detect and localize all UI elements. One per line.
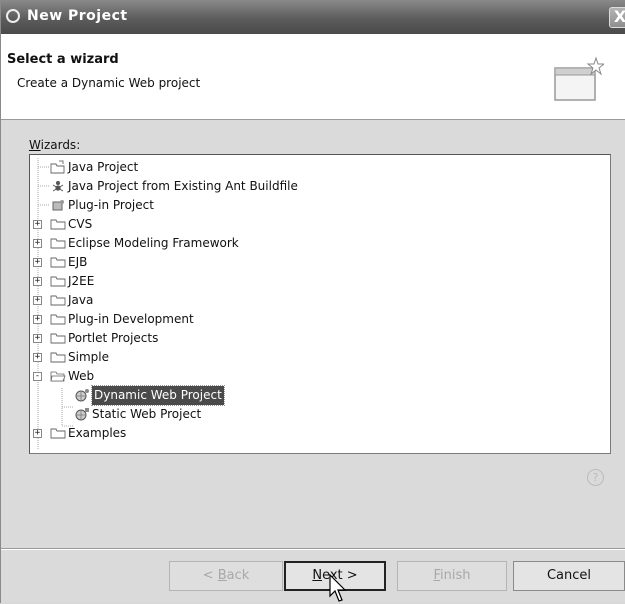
- tree-item-java-project[interactable]: Java Project: [30, 158, 605, 177]
- window-title: New Project: [27, 8, 128, 24]
- java-project-icon: [50, 160, 66, 174]
- mouse-cursor-icon: [329, 574, 347, 602]
- tree-item-plug-in-project[interactable]: Plug-in Project: [30, 196, 605, 215]
- tree-item-label: CVS: [68, 217, 93, 231]
- eclipse-icon: [6, 9, 20, 23]
- tree-item-eclipse-modeling-framework[interactable]: + Eclipse Modeling Framework: [30, 234, 605, 253]
- expand-icon[interactable]: +: [33, 239, 42, 248]
- tree-item-dynamic-web-project[interactable]: Dynamic Web Project: [30, 385, 605, 406]
- tree-item-java-project-from-existing-ant-buildfile[interactable]: Java Project from Existing Ant Buildfile: [30, 177, 605, 196]
- tree-item-label: Portlet Projects: [68, 331, 159, 345]
- collapse-icon[interactable]: -: [33, 372, 42, 381]
- folder-icon: [50, 274, 66, 288]
- tree-item-label: Java: [68, 293, 94, 307]
- title-bar[interactable]: New Project X: [1, 0, 625, 34]
- help-icon[interactable]: ?: [587, 469, 604, 486]
- tree-item-j2ee[interactable]: + J2EE: [30, 272, 605, 291]
- expand-icon[interactable]: +: [33, 220, 42, 229]
- wizard-tree[interactable]: Java Project Java Project from Existing A…: [29, 154, 611, 454]
- tree-item-static-web-project[interactable]: Static Web Project: [30, 405, 605, 424]
- tree-item-label: EJB: [68, 255, 88, 269]
- back-button[interactable]: < Back: [169, 561, 283, 591]
- finish-button[interactable]: Finish: [397, 561, 507, 591]
- expand-icon[interactable]: +: [33, 315, 42, 324]
- ant-icon: [50, 179, 66, 193]
- new-project-dialog: New Project X Select a wizard Create a D…: [0, 0, 625, 603]
- tree-item-label: Static Web Project: [92, 407, 202, 421]
- folder-icon: [50, 426, 66, 440]
- static-web-icon: [74, 407, 90, 421]
- dynamic-web-icon: [74, 388, 90, 402]
- tree-item-portlet-projects[interactable]: + Portlet Projects: [30, 329, 605, 348]
- tree-item-label: Simple: [68, 350, 109, 364]
- expand-icon[interactable]: +: [33, 334, 42, 343]
- tree-item-java[interactable]: + Java: [30, 291, 605, 310]
- tree-item-label: Plug-in Development: [68, 312, 194, 326]
- expand-icon[interactable]: +: [33, 277, 42, 286]
- folder-icon: [50, 236, 66, 250]
- cancel-button[interactable]: Cancel: [513, 561, 625, 591]
- folder-icon: [50, 293, 66, 307]
- tree-item-label: Plug-in Project: [68, 198, 154, 212]
- tree-item-simple[interactable]: + Simple: [30, 348, 605, 367]
- expand-icon[interactable]: +: [33, 296, 42, 305]
- tree-item-label: Java Project from Existing Ant Buildfile: [68, 179, 298, 193]
- folder-icon: [50, 255, 66, 269]
- close-button[interactable]: X: [609, 7, 625, 28]
- tree-item-label: Examples: [68, 426, 127, 440]
- tree-item-examples[interactable]: + Examples: [30, 424, 605, 443]
- tree-item-label: Java Project: [68, 160, 139, 174]
- expand-icon[interactable]: +: [33, 353, 42, 362]
- tree-item-label: Dynamic Web Project: [91, 385, 225, 406]
- expand-icon[interactable]: +: [33, 429, 42, 438]
- wizard-header: Select a wizard Create a Dynamic Web pro…: [1, 34, 625, 120]
- tree-item-cvs[interactable]: + CVS: [30, 215, 605, 234]
- page-description: Create a Dynamic Web project: [17, 76, 201, 90]
- tree-item-plug-in-development[interactable]: + Plug-in Development: [30, 310, 605, 329]
- tree-item-ejb[interactable]: + EJB: [30, 253, 605, 272]
- tree-item-label: J2EE: [68, 274, 95, 288]
- folder-icon: [50, 331, 66, 345]
- plugin-icon: [50, 198, 66, 212]
- tree-item-web[interactable]: - Web: [30, 367, 605, 386]
- tree-item-label: Web: [68, 369, 95, 383]
- tree-item-label: Eclipse Modeling Framework: [68, 236, 239, 250]
- expand-icon[interactable]: +: [33, 258, 42, 267]
- folder-open-icon: [50, 369, 66, 383]
- folder-icon: [50, 312, 66, 326]
- wizards-label: Wizards:: [29, 138, 81, 152]
- page-title: Select a wizard: [7, 52, 119, 67]
- wizard-banner-icon: [554, 56, 604, 101]
- button-separator: [1, 548, 625, 550]
- folder-icon: [50, 350, 66, 364]
- folder-icon: [50, 217, 66, 231]
